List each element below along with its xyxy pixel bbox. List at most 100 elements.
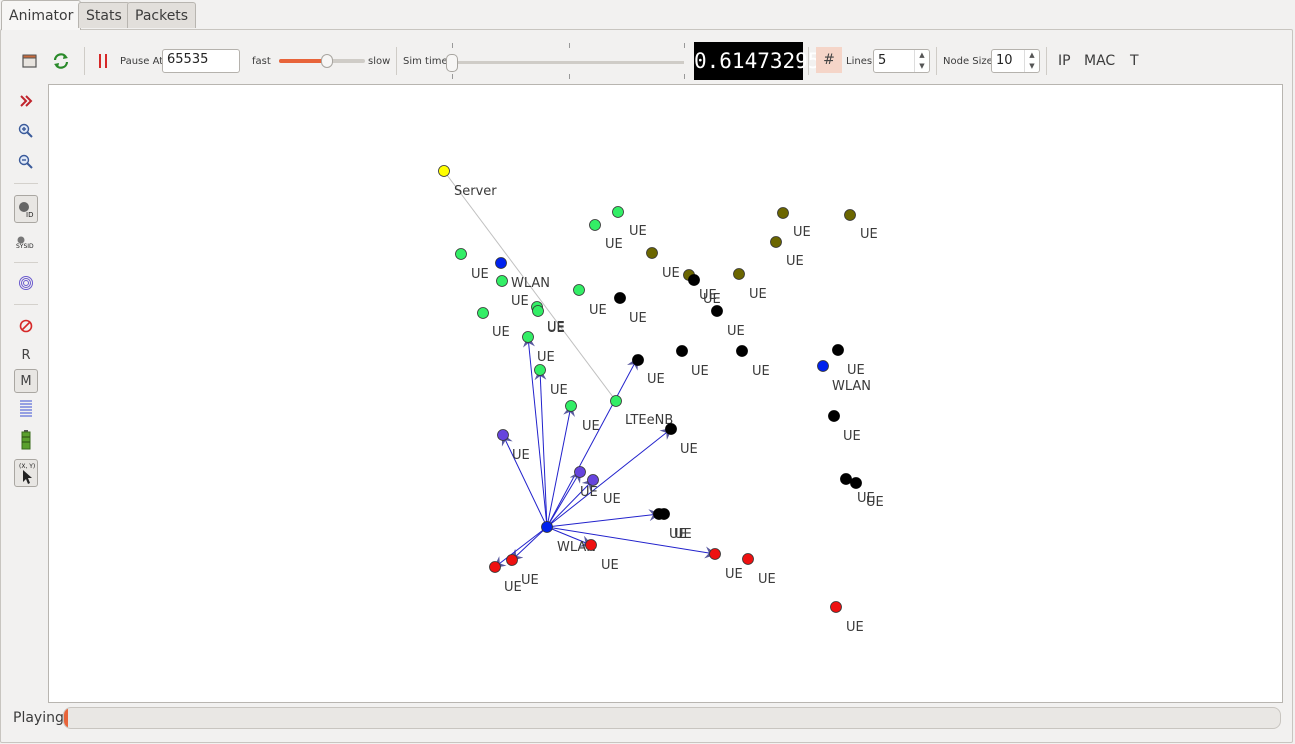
node-circle[interactable]: [665, 423, 677, 435]
node-circle[interactable]: [736, 345, 748, 357]
animation-canvas[interactable]: Server UE UE UE UE UE UE UE UE UE UE UE LTEeNB WLAN UE…: [48, 84, 1283, 703]
show-sysid-button[interactable]: SYSID: [14, 230, 38, 254]
node-circle[interactable]: [438, 165, 450, 177]
network-node[interactable]: UE: [646, 247, 680, 282]
network-node[interactable]: UE: [665, 423, 698, 458]
reload-icon[interactable]: [49, 49, 73, 73]
expand-icon[interactable]: [14, 89, 38, 113]
grid-toggle-button[interactable]: #: [816, 47, 842, 73]
network-node[interactable]: UE: [676, 345, 709, 380]
network-node[interactable]: UE: [632, 354, 665, 388]
node-circle[interactable]: [614, 292, 626, 304]
node-circle[interactable]: [495, 257, 507, 269]
node-circle[interactable]: [532, 305, 544, 317]
network-node[interactable]: UE: [742, 553, 776, 588]
node-circle[interactable]: [477, 307, 489, 319]
network-node[interactable]: UE: [658, 508, 692, 543]
battery-icon[interactable]: [14, 428, 38, 452]
network-node[interactable]: UE: [733, 268, 767, 303]
lines-spinbox[interactable]: 5 ▲ ▼: [873, 49, 930, 73]
time-toggle-button[interactable]: T: [1130, 53, 1139, 69]
network-node[interactable]: UE: [770, 236, 804, 270]
node-circle[interactable]: [840, 473, 852, 485]
network-node[interactable]: UE: [589, 219, 623, 253]
sim-time-slider-handle[interactable]: [446, 54, 458, 72]
node-circle[interactable]: [455, 248, 467, 260]
tab-stats[interactable]: Stats: [78, 2, 130, 28]
wireless-circles-icon[interactable]: [14, 271, 38, 295]
show-node-id-button[interactable]: ID: [14, 195, 38, 223]
network-node[interactable]: UE: [709, 548, 743, 583]
network-node[interactable]: UE: [477, 307, 510, 341]
routing-r-button[interactable]: R: [14, 343, 38, 367]
node-circle[interactable]: [497, 429, 509, 441]
speed-slider[interactable]: [279, 54, 365, 68]
node-circle[interactable]: [844, 209, 856, 221]
node-circle[interactable]: [709, 548, 721, 560]
network-node[interactable]: UE: [522, 331, 555, 366]
network-node[interactable]: LTEeNB: [610, 395, 674, 429]
node-circle[interactable]: [711, 305, 723, 317]
zoom-out-icon[interactable]: [14, 150, 38, 174]
node-circle[interactable]: [506, 554, 518, 566]
lines-spin-arrows[interactable]: ▲ ▼: [914, 50, 929, 72]
network-node[interactable]: UE: [777, 207, 811, 241]
node-size-spinbox[interactable]: 10 ▲ ▼: [991, 49, 1040, 73]
network-node[interactable]: UE: [844, 209, 878, 243]
network-node[interactable]: UE: [736, 345, 770, 380]
network-node[interactable]: UE: [497, 429, 530, 464]
node-circle[interactable]: [573, 284, 585, 296]
open-file-icon[interactable]: [18, 49, 42, 73]
node-circle[interactable]: [589, 219, 601, 231]
node-circle[interactable]: [522, 331, 534, 343]
packet-list-icon[interactable]: [14, 396, 38, 420]
mac-toggle-button[interactable]: MAC: [1084, 53, 1115, 69]
speed-slider-handle[interactable]: [321, 54, 334, 68]
node-circle[interactable]: [565, 400, 577, 412]
network-node[interactable]: UE: [614, 292, 647, 327]
network-node[interactable]: UE: [585, 539, 619, 574]
node-circle[interactable]: [632, 354, 644, 366]
network-node[interactable]: UE: [612, 206, 647, 240]
pause-icon[interactable]: [91, 49, 115, 73]
node-circle[interactable]: [817, 360, 829, 372]
node-circle[interactable]: [610, 395, 622, 407]
mobility-m-button[interactable]: M: [14, 369, 38, 393]
network-node[interactable]: UE: [534, 364, 568, 399]
network-node[interactable]: UE: [455, 248, 489, 283]
pause-at-input[interactable]: 65535: [162, 49, 240, 73]
network-node[interactable]: UE: [489, 561, 522, 596]
node-circle[interactable]: [534, 364, 546, 376]
no-entry-icon[interactable]: [14, 314, 38, 338]
network-node[interactable]: UE: [711, 305, 745, 340]
node-circle[interactable]: [733, 268, 745, 280]
node-circle[interactable]: [587, 474, 599, 486]
zoom-in-icon[interactable]: [14, 119, 38, 143]
node-circle[interactable]: [646, 247, 658, 259]
network-node[interactable]: UE: [565, 400, 600, 435]
network-node[interactable]: Server: [438, 165, 498, 200]
node-circle[interactable]: [688, 274, 700, 286]
node-size-spin-arrows[interactable]: ▲ ▼: [1024, 50, 1039, 72]
node-circle[interactable]: [832, 344, 844, 356]
network-node[interactable]: UE: [573, 284, 607, 319]
node-circle[interactable]: [658, 508, 670, 520]
network-node[interactable]: UE: [828, 410, 861, 445]
node-circle[interactable]: [585, 539, 597, 551]
network-node[interactable]: UE: [832, 344, 865, 379]
node-circle[interactable]: [850, 477, 862, 489]
node-circle[interactable]: [676, 345, 688, 357]
tab-packets[interactable]: Packets: [127, 2, 197, 28]
node-circle[interactable]: [496, 275, 508, 287]
sim-time-slider[interactable]: [446, 42, 690, 80]
node-circle[interactable]: [777, 207, 789, 219]
xy-cursor-button[interactable]: (X, Y): [14, 459, 38, 487]
node-circle[interactable]: [830, 601, 842, 613]
node-circle[interactable]: [612, 206, 624, 218]
node-circle[interactable]: [770, 236, 782, 248]
ip-toggle-button[interactable]: IP: [1058, 53, 1071, 69]
network-node[interactable]: UE: [830, 601, 864, 636]
node-circle[interactable]: [574, 466, 586, 478]
node-circle[interactable]: [541, 521, 553, 533]
node-circle[interactable]: [828, 410, 840, 422]
